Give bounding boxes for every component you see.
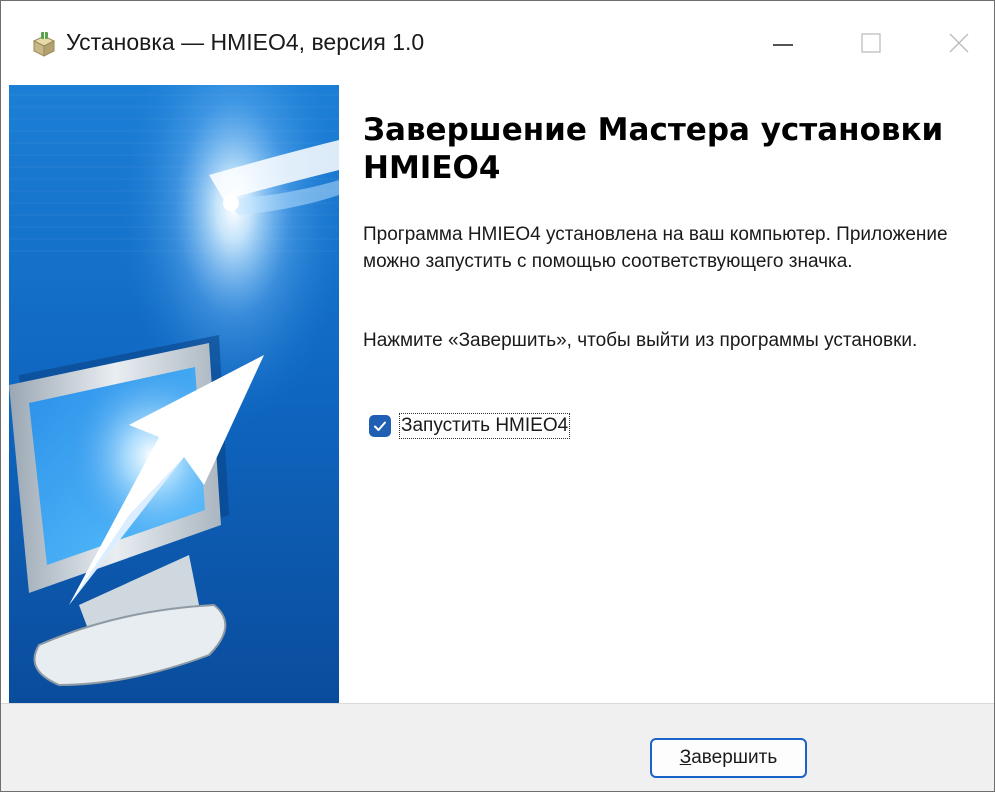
close-icon[interactable]	[929, 15, 989, 71]
launch-checkbox-row[interactable]: Запустить HMIEO4	[369, 411, 571, 441]
title-bar[interactable]: Установка — HMIEO4, версия 1.0	[1, 1, 994, 85]
finish-button[interactable]: Завершить	[650, 738, 807, 778]
installer-window: Установка — HMIEO4, версия 1.0 Завершени…	[0, 0, 995, 792]
page-title: Завершение Мастера установки HMIEO4	[363, 112, 944, 186]
wizard-content: Завершение Мастера установки HMIEO4 Прог…	[339, 85, 994, 703]
wizard-footer: Завершить	[1, 703, 994, 791]
launch-checkbox-label[interactable]: Запустить HMIEO4	[399, 413, 571, 439]
computer-monitor-icon	[9, 85, 339, 703]
launch-checkbox[interactable]	[369, 415, 391, 437]
minimize-icon[interactable]	[753, 15, 813, 71]
wizard-banner-image	[9, 85, 339, 703]
finish-button-rest: авершить	[691, 747, 778, 768]
window-title: Установка — HMIEO4, версия 1.0	[66, 29, 425, 55]
finish-button-accel: З	[679, 747, 692, 768]
checkmark-icon	[374, 421, 386, 431]
finish-instruction-text: Нажмите «Завершить», чтобы выйти из прог…	[363, 330, 918, 351]
maximize-icon[interactable]	[841, 15, 901, 71]
installer-box-icon	[32, 32, 56, 57]
finish-button-label: Завершить	[677, 746, 781, 770]
install-complete-text: Программа HMIEO4 установлена на ваш комп…	[363, 224, 948, 272]
